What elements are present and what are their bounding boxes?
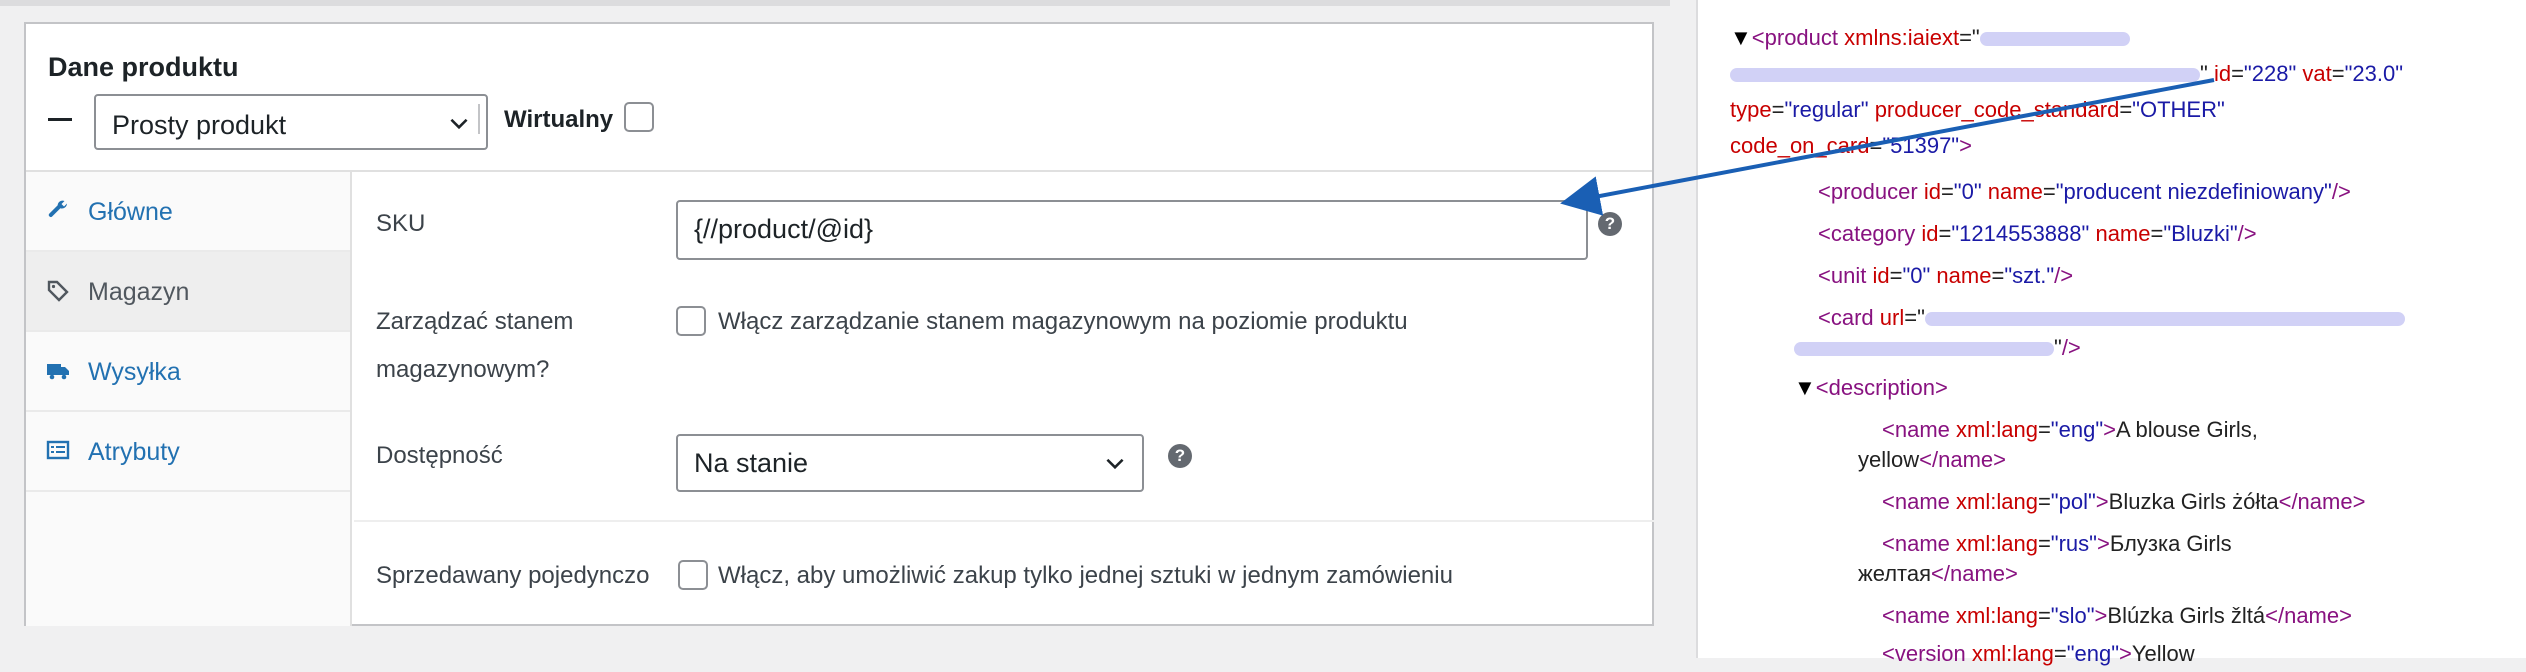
tab-label: Wysyłka xyxy=(88,358,181,386)
sold-individually-checkbox[interactable] xyxy=(678,560,708,590)
tab-label: Atrybuty xyxy=(88,438,180,466)
product-type-value: Prosty produkt xyxy=(112,110,287,140)
xml-line-name-slo: <name xml:lang="slo">Blúzka Girls žltá</… xyxy=(1882,603,2352,628)
wrench-icon xyxy=(48,200,67,217)
chevron-down-icon xyxy=(450,118,468,130)
redacted-url xyxy=(1794,342,2054,357)
collapse-triangle-icon[interactable]: ▼ xyxy=(1730,25,1752,50)
xml-line-card-cont: "/> xyxy=(1794,330,2081,366)
manage-stock-checkbox[interactable] xyxy=(676,306,706,336)
manage-stock-description: Włącz zarządzanie stanem magazynowym na … xyxy=(718,308,1408,335)
tab-general[interactable]: Główne xyxy=(26,172,350,252)
xml-line-category: <category id="1214553888" name="Bluzki"/… xyxy=(1818,221,2257,246)
tab-inventory[interactable]: Magazyn xyxy=(26,252,350,332)
product-data-panel: Dane produktu Prosty produkt Wirtualny G… xyxy=(24,22,1654,626)
xml-line-product-open: ▼<product xmlns:iaiext=" xyxy=(1730,20,2130,56)
xml-line-version: <version xml:lang="eng">Yellow xyxy=(1882,641,2195,666)
redacted-url xyxy=(1924,312,2405,327)
collapse-icon[interactable] xyxy=(48,118,72,121)
virtual-label: Wirtualny xyxy=(504,106,614,133)
help-icon[interactable]: ? xyxy=(1168,444,1192,468)
sold-individually-description: Włącz, aby umożliwić zakup tylko jednej … xyxy=(718,562,1453,589)
xml-line-product-type: type="regular" producer_code_standard="O… xyxy=(1730,97,2225,122)
xml-tag: <product xyxy=(1751,25,1839,50)
tab-label: Magazyn xyxy=(88,278,190,306)
xml-line-producer: <producer id="0" name="producent niezdef… xyxy=(1818,179,2351,204)
virtual-checkbox[interactable] xyxy=(624,102,654,132)
product-tabs: Główne Magazyn Wysyłka Atrybuty xyxy=(26,172,352,626)
sold-individually-label: Sprzedawany pojedynczo xyxy=(376,562,650,589)
tab-attributes[interactable]: Atrybuty xyxy=(26,412,350,492)
availability-label: Dostępność xyxy=(376,442,503,469)
header-divider xyxy=(478,104,480,134)
xml-line-code-on-card: code_on_card="51397"> xyxy=(1730,133,1972,158)
xml-line-name-pol: <name xml:lang="pol">Bluzka Girls żółta<… xyxy=(1882,489,2366,514)
tag-icon xyxy=(47,280,69,302)
row-separator xyxy=(354,520,1654,522)
panel-title: Dane produktu xyxy=(48,52,239,82)
availability-select[interactable]: Na stanie xyxy=(676,434,1144,492)
xml-line-name-rus-cont: желтая</name> xyxy=(1858,561,2018,586)
panel-header: Dane produktu xyxy=(48,52,239,83)
xml-line-unit: <unit id="0" name="szt."/> xyxy=(1818,263,2074,288)
manage-stock-label-line1: Zarządzać stanem xyxy=(376,308,574,335)
xml-line-description: ▼<description> xyxy=(1794,375,1948,400)
help-icon[interactable]: ? xyxy=(1598,212,1622,236)
redacted-url xyxy=(1979,32,2130,47)
list-icon xyxy=(46,440,70,460)
product-type-select[interactable]: Prosty produkt xyxy=(94,94,488,150)
sku-label: SKU xyxy=(376,210,426,237)
redacted-url xyxy=(1730,68,2200,83)
chevron-down-icon xyxy=(1106,458,1124,470)
xml-line-product-attrs: " id="228" vat="23.0" xyxy=(1730,56,2403,92)
xml-attr: xmlns:iaiext xyxy=(1844,25,1960,50)
collapse-triangle-icon[interactable]: ▼ xyxy=(1794,375,1816,400)
sku-input[interactable]: {//product/@id} xyxy=(676,200,1588,260)
tab-shipping[interactable]: Wysyłka xyxy=(26,332,350,412)
tab-label: Główne xyxy=(88,198,173,226)
xml-viewer: ▼<product xmlns:iaiext=" " id="228" vat=… xyxy=(1696,0,2526,666)
availability-value: Na stanie xyxy=(694,448,809,478)
truck-icon xyxy=(47,364,69,380)
xml-line-name-eng-cont: yellow</name> xyxy=(1858,447,2006,472)
page-top-strip xyxy=(0,0,1670,6)
manage-stock-label-line2: magazynowym? xyxy=(376,356,550,383)
